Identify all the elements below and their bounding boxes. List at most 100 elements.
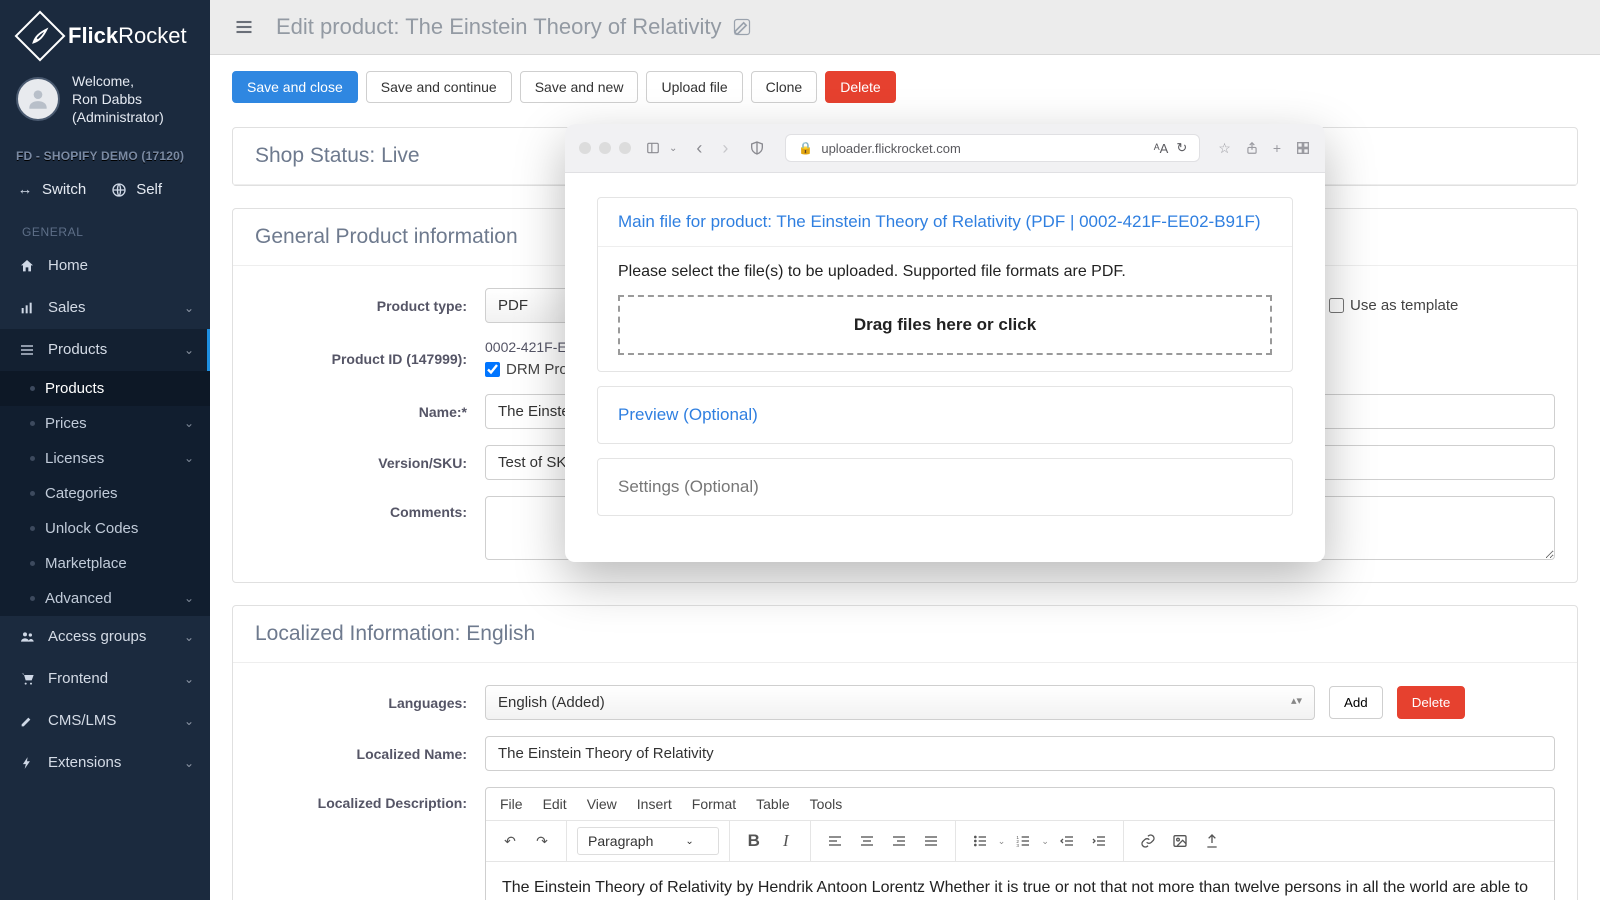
- sidebar: FlickRocket Welcome, Ron Dabbs (Administ…: [0, 0, 210, 900]
- align-justify-icon[interactable]: [917, 827, 945, 855]
- address-bar[interactable]: 🔒 uploader.flickrocket.com ᴬA ↻: [785, 134, 1200, 162]
- new-tab-icon[interactable]: +: [1273, 140, 1281, 156]
- nav-sales[interactable]: Sales ⌄: [0, 287, 210, 329]
- bookmark-icon[interactable]: ☆: [1218, 140, 1231, 157]
- lock-icon: 🔒: [798, 141, 813, 155]
- sidebar-icon[interactable]: [643, 138, 663, 158]
- drm-check[interactable]: DRM Prot: [485, 361, 572, 378]
- reload-icon[interactable]: ↻: [1176, 140, 1187, 156]
- chevron-down-icon[interactable]: ⌄: [669, 143, 677, 154]
- save-continue-button[interactable]: Save and continue: [366, 71, 512, 103]
- nav-home-label: Home: [48, 257, 88, 274]
- undo-icon[interactable]: ↶: [496, 827, 524, 855]
- back-icon[interactable]: ‹: [689, 138, 709, 158]
- upload-file-button[interactable]: Upload file: [646, 71, 742, 103]
- chevron-down-icon: ⌄: [184, 416, 194, 430]
- chevron-down-icon: ⌄: [184, 451, 194, 465]
- menu-toggle[interactable]: [232, 17, 256, 37]
- page-title: Edit product: The Einstein Theory of Rel…: [276, 14, 752, 40]
- editor-menu-format[interactable]: Format: [692, 796, 736, 812]
- delete-language-button[interactable]: Delete: [1397, 686, 1466, 719]
- product-type-label: Product type:: [255, 298, 485, 314]
- nav-access[interactable]: Access groups ⌄: [0, 616, 210, 658]
- subnav-categories[interactable]: Categories: [0, 476, 210, 511]
- editor-content[interactable]: The Einstein Theory of Relativity by Hen…: [486, 862, 1554, 900]
- main-file-card: Main file for product: The Einstein Theo…: [597, 197, 1293, 372]
- editor-menubar: File Edit View Insert Format Table Tools: [486, 788, 1554, 821]
- align-right-icon[interactable]: [885, 827, 913, 855]
- chevron-down-icon: ⌄: [184, 343, 194, 357]
- bullet-list-icon[interactable]: [966, 827, 994, 855]
- image-icon[interactable]: [1166, 827, 1194, 855]
- subnav-products[interactable]: Products: [0, 371, 210, 406]
- self-label: Self: [136, 181, 162, 198]
- self-button[interactable]: Self: [110, 181, 162, 199]
- localized-name-input[interactable]: [485, 736, 1555, 771]
- nav-cms[interactable]: CMS/LMS ⌄: [0, 700, 210, 742]
- panel-localized-title: Localized Information: English: [233, 606, 1577, 663]
- delete-button[interactable]: Delete: [825, 71, 895, 103]
- section-general: GENERAL: [0, 209, 210, 245]
- edit-icon[interactable]: [732, 17, 752, 37]
- subnav-unlock[interactable]: Unlock Codes: [0, 511, 210, 546]
- languages-select[interactable]: English (Added)▴▾: [485, 685, 1315, 720]
- save-close-button[interactable]: Save and close: [232, 71, 358, 103]
- forward-icon[interactable]: ›: [715, 138, 735, 158]
- shield-icon[interactable]: [747, 138, 767, 158]
- nav-extensions[interactable]: Extensions ⌄: [0, 742, 210, 784]
- editor-menu-tools[interactable]: Tools: [810, 796, 843, 812]
- subnav-marketplace[interactable]: Marketplace: [0, 546, 210, 581]
- subnav-advanced[interactable]: Advanced⌄: [0, 581, 210, 616]
- nav-access-label: Access groups: [48, 628, 146, 645]
- editor-menu-file[interactable]: File: [500, 796, 523, 812]
- nav-products[interactable]: Products ⌄: [0, 329, 210, 371]
- editor-menu-table[interactable]: Table: [756, 796, 789, 812]
- panel-localized: Localized Information: English Languages…: [232, 605, 1578, 900]
- nav-sales-label: Sales: [48, 299, 86, 316]
- redo-icon[interactable]: ↷: [528, 827, 556, 855]
- subnav-prices[interactable]: Prices⌄: [0, 406, 210, 441]
- upload-instruction: Please select the file(s) to be uploaded…: [618, 263, 1272, 281]
- subnav-licenses[interactable]: Licenses⌄: [0, 441, 210, 476]
- svg-text:3: 3: [1017, 843, 1020, 848]
- preview-card[interactable]: Preview (Optional): [597, 386, 1293, 444]
- editor-menu-view[interactable]: View: [587, 796, 617, 812]
- main-file-title: Main file for product: The Einstein Theo…: [598, 198, 1292, 247]
- dropzone[interactable]: Drag files here or click: [618, 295, 1272, 355]
- bold-icon[interactable]: B: [740, 827, 768, 855]
- chevron-down-icon: ⌄: [184, 630, 194, 644]
- save-new-button[interactable]: Save and new: [520, 71, 639, 103]
- chevron-down-icon: ⌄: [184, 672, 194, 686]
- use-template-check[interactable]: Use as template: [1329, 297, 1458, 314]
- nav-frontend[interactable]: Frontend ⌄: [0, 658, 210, 700]
- brand-logo[interactable]: FlickRocket: [0, 0, 210, 72]
- link-icon[interactable]: [1134, 827, 1162, 855]
- chart-icon: [18, 299, 36, 317]
- nav-home[interactable]: Home: [0, 245, 210, 287]
- share-icon[interactable]: [1245, 140, 1259, 156]
- traffic-lights[interactable]: [579, 142, 631, 154]
- paragraph-select[interactable]: Paragraph⌄: [577, 827, 719, 855]
- italic-icon[interactable]: I: [772, 827, 800, 855]
- product-id-value: 0002-421F-E: [485, 339, 567, 355]
- edit-icon: [18, 712, 36, 730]
- editor-menu-insert[interactable]: Insert: [637, 796, 672, 812]
- name-label: Name:*: [255, 404, 485, 420]
- editor-menu-edit[interactable]: Edit: [543, 796, 567, 812]
- number-list-icon[interactable]: 123: [1009, 827, 1037, 855]
- upload-icon[interactable]: [1198, 827, 1226, 855]
- settings-card[interactable]: Settings (Optional): [597, 458, 1293, 516]
- users-icon: [18, 628, 36, 646]
- clone-button[interactable]: Clone: [751, 71, 818, 103]
- translate-icon[interactable]: ᴬA: [1154, 141, 1169, 156]
- uploader-window: ⌄ ‹ › 🔒 uploader.flickrocket.com ᴬA ↻ ☆ …: [565, 124, 1325, 562]
- switch-label: Switch: [42, 181, 86, 198]
- avatar[interactable]: [16, 77, 60, 121]
- tabs-icon[interactable]: [1295, 140, 1311, 156]
- indent-icon[interactable]: [1085, 827, 1113, 855]
- align-center-icon[interactable]: [853, 827, 881, 855]
- add-language-button[interactable]: Add: [1329, 686, 1383, 719]
- switch-button[interactable]: ↔ Switch: [16, 181, 86, 199]
- align-left-icon[interactable]: [821, 827, 849, 855]
- outdent-icon[interactable]: [1053, 827, 1081, 855]
